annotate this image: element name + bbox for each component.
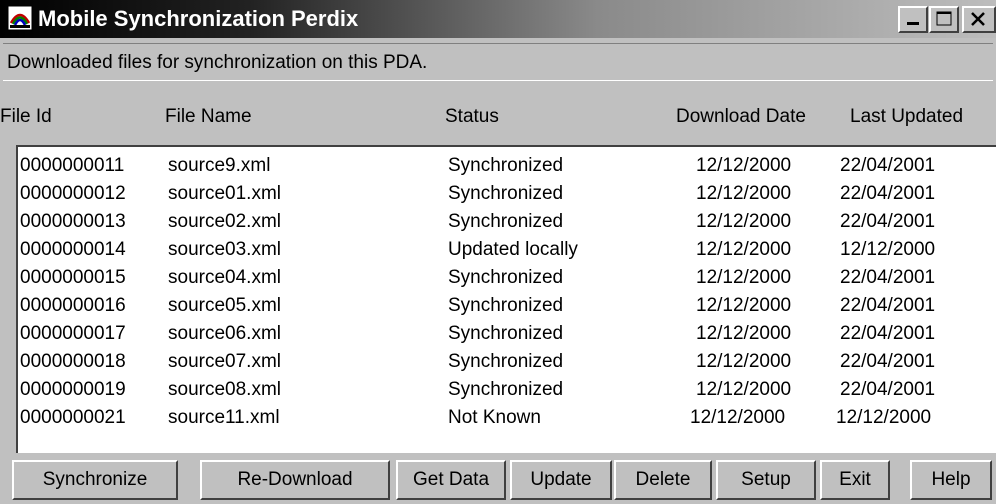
- cell-last-updated: 22/04/2001: [840, 211, 936, 232]
- get-data-button[interactable]: Get Data: [396, 460, 506, 500]
- cell-file-id: 0000000013: [20, 211, 126, 232]
- cell-last-updated: 22/04/2001: [840, 183, 936, 204]
- header-status: Status: [445, 106, 499, 127]
- header-file-id: File Id: [0, 106, 52, 127]
- table-row[interactable]: 0000000016 source05.xml Synchronized 12/…: [18, 292, 996, 320]
- table-row[interactable]: 0000000011 source9.xml Synchronized 12/1…: [18, 152, 996, 180]
- cell-download-date: 12/12/2000: [690, 407, 786, 428]
- cell-status: Updated locally: [448, 239, 578, 260]
- close-icon: [971, 12, 985, 26]
- cell-download-date: 12/12/2000: [696, 295, 792, 316]
- cell-file-name: source05.xml: [168, 295, 281, 316]
- cell-status: Not Known: [448, 407, 541, 428]
- cell-last-updated: 22/04/2001: [840, 323, 936, 344]
- cell-file-id: 0000000016: [20, 295, 126, 316]
- close-button[interactable]: [962, 6, 996, 33]
- cell-file-id: 0000000015: [20, 267, 126, 288]
- header-last-updated: Last Updated: [850, 106, 964, 127]
- cell-last-updated: 22/04/2001: [840, 379, 936, 400]
- title-bar[interactable]: Mobile Synchronization Perdix: [0, 0, 996, 38]
- cell-download-date: 12/12/2000: [696, 323, 792, 344]
- cell-file-name: source08.xml: [168, 379, 281, 400]
- table-row[interactable]: 0000000013 source02.xml Synchronized 12/…: [18, 208, 996, 236]
- maximize-icon: [936, 11, 952, 26]
- cell-file-name: source07.xml: [168, 351, 281, 372]
- file-list[interactable]: 0000000011 source9.xml Synchronized 12/1…: [16, 145, 996, 453]
- cell-file-id: 0000000014: [20, 239, 126, 260]
- table-row[interactable]: 0000000021 source11.xml Not Known 12/12/…: [18, 404, 996, 432]
- table-row[interactable]: 0000000012 source01.xml Synchronized 12/…: [18, 180, 996, 208]
- window-title: Mobile Synchronization Perdix: [38, 6, 359, 31]
- table-row[interactable]: 0000000018 source07.xml Synchronized 12/…: [18, 348, 996, 376]
- cell-download-date: 12/12/2000: [696, 155, 792, 176]
- cell-last-updated: 12/12/2000: [836, 407, 932, 428]
- cell-last-updated: 12/12/2000: [840, 239, 936, 260]
- header-download-date: Download Date: [676, 106, 806, 127]
- maximize-button[interactable]: [929, 6, 959, 33]
- table-row[interactable]: 0000000019 source08.xml Synchronized 12/…: [18, 376, 996, 404]
- cell-last-updated: 22/04/2001: [840, 295, 936, 316]
- synchronize-button[interactable]: Synchronize: [12, 460, 178, 500]
- cell-file-id: 0000000019: [20, 379, 126, 400]
- cell-file-name: source9.xml: [168, 155, 271, 176]
- cell-status: Synchronized: [448, 379, 564, 400]
- update-button[interactable]: Update: [510, 460, 612, 500]
- app-window: Mobile Synchronization Perdix Downloaded…: [0, 0, 996, 504]
- cell-download-date: 12/12/2000: [696, 211, 792, 232]
- cell-file-id: 0000000011: [20, 155, 125, 176]
- redownload-button[interactable]: Re-Download: [200, 460, 390, 500]
- cell-status: Synchronized: [448, 155, 564, 176]
- header-file-name: File Name: [165, 106, 252, 127]
- cell-file-id: 0000000012: [20, 183, 126, 204]
- table-row[interactable]: 0000000014 source03.xml Updated locally …: [18, 236, 996, 264]
- cell-file-name: source11.xml: [168, 407, 280, 428]
- cell-last-updated: 22/04/2001: [840, 351, 936, 372]
- cell-file-name: source02.xml: [168, 211, 281, 232]
- minimize-button[interactable]: [898, 6, 928, 33]
- cell-file-id: 0000000017: [20, 323, 126, 344]
- help-button[interactable]: Help: [910, 460, 992, 500]
- table-row[interactable]: 0000000017 source06.xml Synchronized 12/…: [18, 320, 996, 348]
- cell-status: Synchronized: [448, 323, 564, 344]
- cell-download-date: 12/12/2000: [696, 351, 792, 372]
- minimize-icon: [907, 22, 919, 25]
- cell-last-updated: 22/04/2001: [840, 155, 936, 176]
- setup-button[interactable]: Setup: [716, 460, 816, 500]
- cell-file-name: source01.xml: [168, 183, 281, 204]
- cell-status: Synchronized: [448, 267, 564, 288]
- cell-file-name: source06.xml: [168, 323, 281, 344]
- cell-file-id: 0000000018: [20, 351, 126, 372]
- delete-button[interactable]: Delete: [614, 460, 712, 500]
- table-row[interactable]: 0000000015 source04.xml Synchronized 12/…: [18, 264, 996, 292]
- cell-file-id: 0000000021: [20, 407, 126, 428]
- exit-button[interactable]: Exit: [820, 460, 890, 500]
- cell-download-date: 12/12/2000: [696, 183, 792, 204]
- cell-status: Synchronized: [448, 183, 564, 204]
- column-headers: File Id File Name Status Download Date L…: [0, 106, 996, 136]
- cell-status: Synchronized: [448, 295, 564, 316]
- subtitle-label: Downloaded files for synchronization on …: [3, 43, 993, 81]
- separator: [0, 38, 996, 42]
- cell-status: Synchronized: [448, 351, 564, 372]
- cell-download-date: 12/12/2000: [696, 267, 792, 288]
- cell-file-name: source04.xml: [168, 267, 281, 288]
- cell-last-updated: 22/04/2001: [840, 267, 936, 288]
- button-bar: Synchronize Re-Download Get Data Update …: [0, 458, 996, 504]
- cell-download-date: 12/12/2000: [696, 379, 792, 400]
- cell-download-date: 12/12/2000: [696, 239, 792, 260]
- cell-file-name: source03.xml: [168, 239, 281, 260]
- rainbow-app-icon: [7, 5, 33, 31]
- cell-status: Synchronized: [448, 211, 564, 232]
